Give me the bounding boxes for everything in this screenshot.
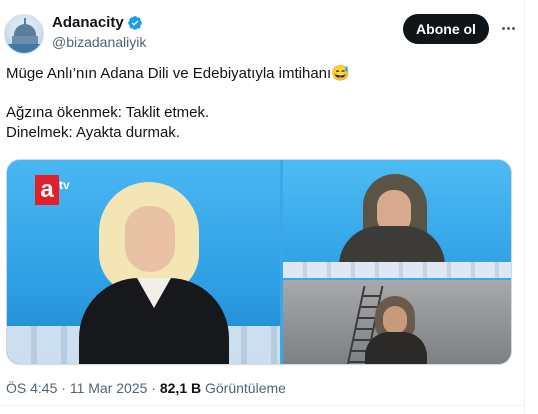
tweet-meta: ÖS 4:45 · 11 Mar 2025 · 82,1 B Görüntüle… bbox=[6, 380, 286, 396]
avatar-dome bbox=[14, 24, 36, 36]
host-face bbox=[125, 206, 175, 272]
views-label: Görüntüleme bbox=[201, 380, 286, 396]
meta-separator: · bbox=[57, 380, 70, 396]
video-caller-panel bbox=[283, 280, 511, 364]
channel-logo-suffix: tv bbox=[59, 178, 70, 192]
bottom-divider bbox=[0, 405, 524, 406]
tweet-text: Müge Anlı’nın Adana Dili ve Edebiyatıyla… bbox=[6, 64, 516, 142]
avatar-water bbox=[5, 44, 43, 53]
more-dot bbox=[507, 26, 510, 30]
follow-button[interactable]: Abone ol bbox=[403, 14, 489, 44]
tweet-line-break bbox=[6, 84, 516, 104]
more-dot bbox=[512, 26, 515, 30]
avatar-building bbox=[12, 36, 38, 44]
caller-face bbox=[383, 306, 407, 334]
more-options-icon[interactable] bbox=[502, 20, 518, 36]
author-avatar[interactable] bbox=[4, 14, 44, 54]
caller-body bbox=[365, 332, 427, 364]
studio-floor bbox=[283, 262, 511, 278]
views-count: 82,1 B bbox=[159, 380, 202, 396]
verified-badge-icon[interactable] bbox=[127, 15, 143, 31]
more-dot bbox=[502, 26, 505, 30]
video-host-panel: a tv bbox=[7, 160, 280, 364]
column-divider bbox=[524, 0, 525, 414]
tweet-video[interactable]: a tv bbox=[6, 159, 512, 365]
author-handle[interactable]: @bizadanaliyik bbox=[52, 34, 146, 50]
video-guest-panel bbox=[283, 160, 511, 278]
channel-logo-mark: a bbox=[35, 175, 59, 205]
channel-logo: a tv bbox=[35, 175, 75, 205]
author-display-name[interactable]: Adanacity bbox=[52, 14, 124, 31]
tweet-line: Ağzına ökenmek: Taklit etmek. bbox=[6, 104, 210, 121]
tweet-date[interactable]: 11 Mar 2025 bbox=[70, 380, 148, 396]
author-name-row: Adanacity bbox=[52, 14, 143, 31]
tweet-line: Müge Anlı’nın Adana Dili ve Edebiyatıyla… bbox=[6, 65, 350, 82]
tweet-time[interactable]: ÖS 4:45 bbox=[6, 380, 57, 396]
meta-separator: · bbox=[147, 380, 160, 396]
tweet-line: Dinelmek: Ayakta durmak. bbox=[6, 123, 180, 141]
